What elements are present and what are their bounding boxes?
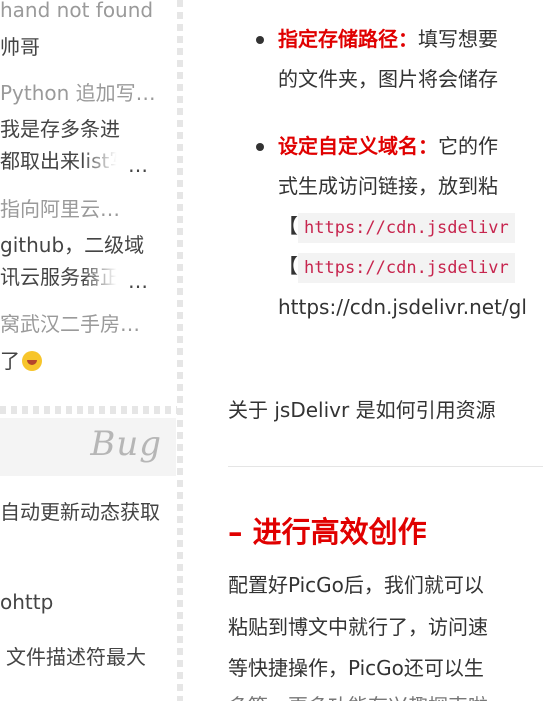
body-line: 粘贴到博文中就行了，访问速 xyxy=(228,615,488,639)
code-line: 【https://cdn.jsdelivr xyxy=(278,251,515,283)
sidebar-widget-header: Bug xyxy=(0,418,176,476)
list-item-text: 它的作 xyxy=(438,134,498,158)
list-item-text: 填写想要 xyxy=(418,27,498,51)
text-fade xyxy=(82,265,128,289)
section-heading: – 进行高效创作 xyxy=(228,515,427,549)
bracket: 【 xyxy=(278,254,298,278)
body-line: 配置好PicGo后，我们就可以 xyxy=(228,573,484,597)
recent-comment-text: 帅哥 xyxy=(0,35,40,59)
recent-comment-meta[interactable]: 指向阿里云… xyxy=(0,197,120,221)
recent-comment-text-label: 了 xyxy=(0,349,20,373)
sidebar-link[interactable]: 文件描述符最大 xyxy=(6,645,146,669)
laughing-crying-emoji-icon xyxy=(22,351,42,371)
recent-comment-meta[interactable]: hand not found xyxy=(0,0,153,22)
code-line: 【https://cdn.jsdelivr xyxy=(278,211,515,243)
url-text: https://cdn.jsdelivr.net/gl xyxy=(278,295,527,319)
sidebar-divider xyxy=(177,0,183,701)
body-line: 多等，更多功能有兴趣探索啦 xyxy=(228,691,488,701)
sidebar-link[interactable]: ohttp xyxy=(0,590,53,614)
paragraph: 关于 jsDelivr 是如何引用资源 xyxy=(228,398,496,422)
list-item-label: 指定存储路径： xyxy=(278,27,418,51)
sidebar: hand not found 帅哥 Python 追加写… 我是存多条进 都取出… xyxy=(0,0,183,701)
inline-code: https://cdn.jsdelivr xyxy=(298,253,515,283)
bug-label: Bug xyxy=(90,424,162,464)
body-line: 等快捷操作，PicGo还可以生 xyxy=(228,656,484,680)
horizontal-rule xyxy=(228,466,543,467)
sidebar-separator xyxy=(0,406,177,414)
recent-comment-text: 了 xyxy=(0,348,42,373)
list-item-label: 设定自定义域名： xyxy=(278,134,438,158)
bullet-dot xyxy=(256,36,264,44)
article-content: 指定存储路径：填写想要 的文件夹，图片将会储存 设定自定义域名：它的作 式生成访… xyxy=(228,0,543,701)
recent-comment-text: github，二级域 xyxy=(0,233,145,257)
sidebar-link[interactable]: 自动更新动态获取 xyxy=(0,500,160,524)
list-item-text: 的文件夹，图片将会储存 xyxy=(278,67,498,91)
recent-comment-meta[interactable]: 窝武汉二手房… xyxy=(0,312,140,336)
text-fade xyxy=(82,149,128,173)
list-item-text: 式生成访问链接，放到粘 xyxy=(278,174,498,198)
text-ellipsis: … xyxy=(128,269,148,293)
list-item: 设定自定义域名：它的作 xyxy=(278,131,498,161)
inline-code: https://cdn.jsdelivr xyxy=(298,213,515,243)
list-item: 指定存储路径：填写想要 xyxy=(278,24,498,54)
bracket: 【 xyxy=(278,214,298,238)
recent-comment-meta[interactable]: Python 追加写… xyxy=(0,81,156,105)
text-ellipsis: … xyxy=(128,153,148,177)
bullet-dot xyxy=(256,143,264,151)
recent-comment-text: 我是存多条进 xyxy=(0,117,120,141)
